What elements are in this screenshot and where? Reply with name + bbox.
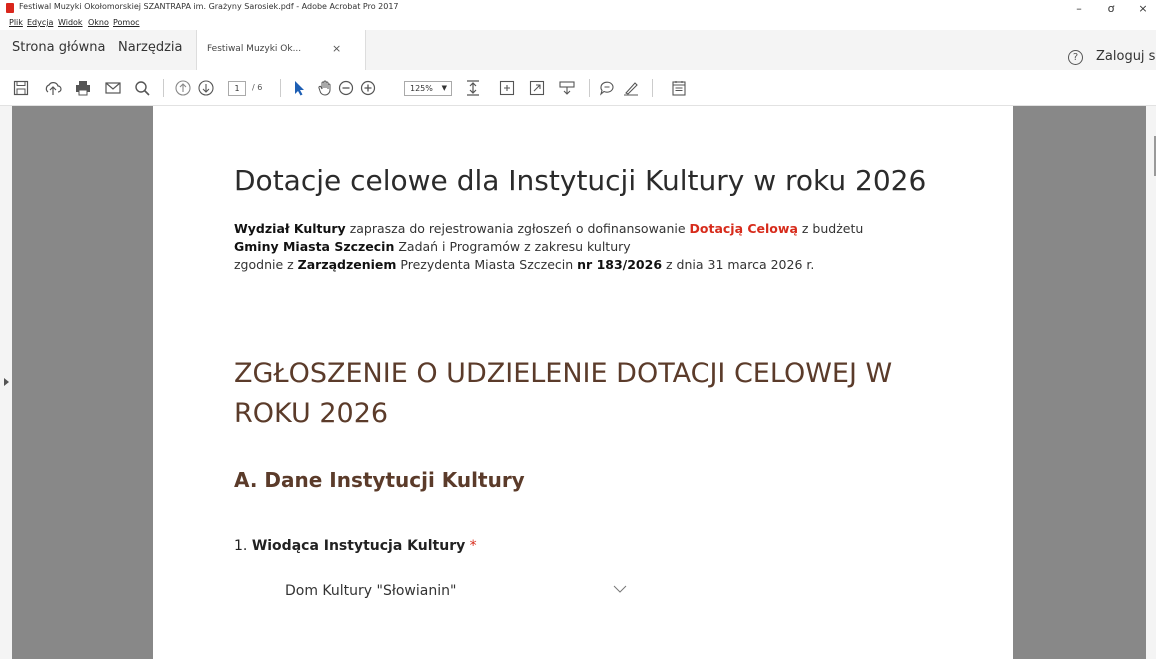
fit-page-icon[interactable] [464,79,482,97]
intro-text: zgodnie z [234,257,298,272]
prev-page-icon[interactable] [174,79,192,97]
page-total: / 6 [252,83,263,92]
zoom-in-icon[interactable] [359,79,377,97]
help-icon[interactable]: ? [1068,50,1083,65]
tab-home[interactable]: Strona główna [12,40,105,55]
intro-bold-number: nr 183/2026 [577,257,663,272]
intro-red-dotacja: Dotacją Celową [689,221,798,236]
required-mark: * [465,538,477,554]
toolbar: 1 / 6 125% ▼ [0,70,1156,106]
tab-tools[interactable]: Narzędzia [118,40,183,55]
close-tab-icon[interactable]: × [332,42,341,55]
chevron-down-icon: ▼ [441,84,447,92]
intro-bold-gmina: Gminy Miasta Szczecin [234,239,395,254]
intro-text: zaprasza do rejestrowania zgłoszeń o dof… [345,221,690,236]
minimize-button[interactable]: – [1064,0,1094,18]
zoom-out-icon[interactable] [337,79,355,97]
institution-dropdown[interactable]: Dom Kultury "Słowianin" [273,580,643,604]
left-panel-toggle[interactable] [0,106,12,659]
tab-document[interactable]: Festiwal Muzyki Ok... × [196,30,366,70]
dropdown-value: Dom Kultury "Słowianin" [285,583,457,599]
intro-text: Prezydenta Miasta Szczecin [396,257,578,272]
tab-bar: Strona główna Narzędzia Festiwal Muzyki … [0,30,1156,70]
menu-widok[interactable]: Widok [58,18,83,27]
intro-text: z dnia 31 marca 2026 r. [662,257,815,272]
rotate-icon[interactable] [498,79,516,97]
pdf-page: Dotacje celowe dla Instytucji Kultury w … [153,106,1013,659]
question-label: 1. Wiodąca Instytucja Kultury * [234,538,477,554]
section-heading: A. Dane Instytucji Kultury [234,468,525,492]
chevron-down-icon[interactable] [613,582,627,596]
document-tab-label: Festiwal Muzyki Ok... [207,44,302,54]
next-page-icon[interactable] [197,79,215,97]
question-number: 1. [234,538,252,554]
zoom-select[interactable]: 125% ▼ [404,81,452,96]
toolbar-divider [652,79,653,97]
document-title: Dotacje celowe dla Instytucji Kultury w … [234,164,927,197]
login-link[interactable]: Zaloguj si [1096,49,1156,64]
toolbar-divider [163,79,164,97]
select-arrow-icon[interactable] [290,79,308,97]
menu-okno[interactable]: Okno [88,18,109,27]
form-heading: ZGŁOSZENIE O UDZIELENIE DOTACJI CELOWEJ … [234,358,893,429]
maximize-button[interactable]: ơ [1096,0,1126,18]
fullscreen-icon[interactable] [528,79,546,97]
upload-icon[interactable] [44,79,62,97]
right-panel [1146,106,1156,659]
toolbar-divider [589,79,590,97]
intro-bold-dept: Wydział Kultury [234,221,346,236]
intro-text: Zadań i Programów z zakresu kultury [394,239,631,254]
page-number-input[interactable]: 1 [228,81,246,96]
intro-paragraph: Wydział Kultury zaprasza do rejestrowani… [234,220,874,274]
menu-pomoc[interactable]: Pomoc [113,18,140,27]
mail-icon[interactable] [104,79,122,97]
intro-text: z budżetu [797,221,864,236]
print-icon[interactable] [74,79,92,97]
window-title: Festiwal Muzyki Okołomorskiej SZANTRAPA … [19,2,399,11]
comment-icon[interactable] [598,79,616,97]
expand-panel-icon[interactable] [4,378,9,386]
intro-bold-zarzadzenie: Zarządzeniem [297,257,397,272]
search-icon[interactable] [133,79,151,97]
menu-edycja[interactable]: Edycja [27,18,53,27]
hand-icon[interactable] [316,79,334,97]
save-icon[interactable] [12,79,30,97]
form-icon[interactable] [670,79,688,97]
acrobat-icon [6,3,14,13]
document-viewer[interactable]: Dotacje celowe dla Instytucji Kultury w … [0,106,1156,659]
title-bar: Festiwal Muzyki Okołomorskiej SZANTRAPA … [0,0,1156,18]
toolbar-divider [280,79,281,97]
sign-icon[interactable] [622,79,640,97]
read-mode-icon[interactable] [558,79,576,97]
menu-plik[interactable]: Plik [9,18,23,27]
question-text: Wiodąca Instytucja Kultury [251,538,466,554]
zoom-value: 125% [410,84,433,93]
close-window-button[interactable]: × [1128,0,1156,18]
